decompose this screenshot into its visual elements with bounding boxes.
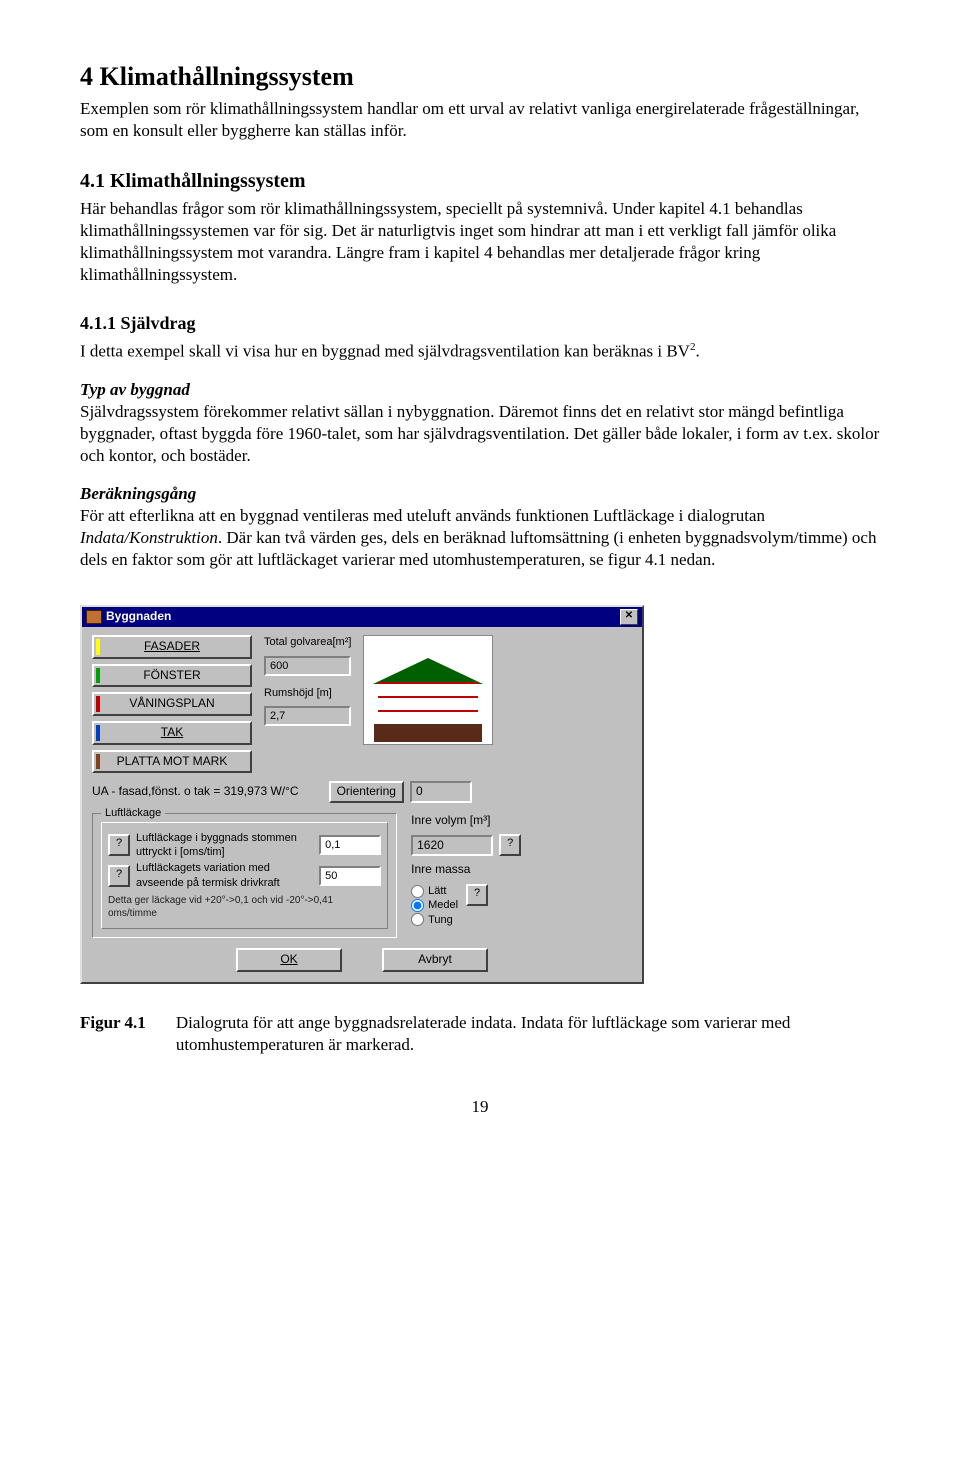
radio-latt[interactable]: Lätt <box>411 884 458 898</box>
radio-tung[interactable]: Tung <box>411 913 458 927</box>
label-rumshojd: Rumshöjd [m] <box>264 686 351 700</box>
close-icon[interactable]: ✕ <box>620 609 638 625</box>
platta-button[interactable]: PLATTA MOT MARK <box>92 750 252 774</box>
figure-text: Dialogruta för att ange byggnadsrelatera… <box>176 1012 880 1056</box>
para-sjalvdrag-intro: I detta exempel skall vi visa hur en byg… <box>80 340 880 363</box>
heading-chapter: 4 Klimathållningssystem <box>80 60 880 94</box>
dialog-title-text: Byggnaden <box>106 609 171 623</box>
para-section: Här behandlas frågor som rör klimathålln… <box>80 198 880 286</box>
subhead-typ: Typ av byggnad <box>80 379 880 401</box>
leak-note: Detta ger läckage vid +20°->0,1 och vid … <box>108 894 381 920</box>
orientering-button[interactable]: Orientering <box>329 781 404 803</box>
floor-line <box>378 710 478 724</box>
color-bar <box>96 754 100 770</box>
figure-caption: Figur 4.1 Dialogruta för att ange byggna… <box>80 1012 880 1056</box>
label-leak-oms: Luftläckage i byggnads stommen uttryckt … <box>136 831 313 860</box>
fasader-button[interactable]: FASADER <box>92 635 252 659</box>
house-diagram <box>363 635 493 745</box>
radio-label: Tung <box>428 913 453 927</box>
ok-button[interactable]: OK <box>236 948 342 972</box>
value-inre-volym: 1620 <box>411 835 493 857</box>
value-rumshojd: 2,7 <box>264 706 351 726</box>
help-button[interactable]: ? <box>108 834 130 856</box>
floor-line <box>378 682 478 696</box>
text: I detta exempel skall vi visa hur en byg… <box>80 341 690 360</box>
ua-value-text: UA - fasad,fönst. o tak = 319,973 W/°C <box>92 784 299 800</box>
tak-button[interactable]: TAK <box>92 721 252 745</box>
para-intro: Exemplen som rör klimathållningssystem h… <box>80 98 880 142</box>
fonster-button[interactable]: FÖNSTER <box>92 664 252 688</box>
text: För att efterlikna att en byggnad ventil… <box>80 506 765 525</box>
radio-label: Medel <box>428 898 458 912</box>
radio-label: Lätt <box>428 884 446 898</box>
input-leak-variation[interactable]: 50 <box>319 866 381 886</box>
value-orientering: 0 <box>410 781 472 803</box>
vaningsplan-button[interactable]: VÅNINGSPLAN <box>92 692 252 716</box>
text-italic: Indata/Konstruktion <box>80 528 218 547</box>
dialog-titlebar[interactable]: Byggnaden ✕ <box>82 607 642 627</box>
page-number: 19 <box>80 1096 880 1118</box>
label-inre-massa: Inre massa <box>411 862 632 878</box>
button-label: FASADER <box>144 639 200 653</box>
avbryt-button[interactable]: Avbryt <box>382 948 488 972</box>
app-icon <box>86 610 102 624</box>
input-leak-oms[interactable]: 0,1 <box>319 835 381 855</box>
button-label: VÅNINGSPLAN <box>129 696 214 710</box>
dialog-title: Byggnaden <box>86 609 171 625</box>
ground-slab <box>374 724 482 742</box>
color-bar <box>96 639 100 655</box>
group-legend-luftlackage: Luftläckage <box>101 806 165 820</box>
para-typ: Självdragssystem förekommer relativt säl… <box>80 401 880 467</box>
dialog-byggnaden: Byggnaden ✕ FASADER FÖNSTER VÅNINGSPLAN … <box>80 605 644 983</box>
floor-line <box>378 696 478 710</box>
button-label: TAK <box>161 725 183 739</box>
color-bar <box>96 668 100 684</box>
help-button[interactable]: ? <box>499 834 521 856</box>
label-leak-variation: Luftläckagets variation med avseende på … <box>136 861 313 890</box>
help-button[interactable]: ? <box>108 865 130 887</box>
color-bar <box>96 696 100 712</box>
color-bar <box>96 725 100 741</box>
button-label: PLATTA MOT MARK <box>117 754 228 768</box>
heading-subsection: 4.1.1 Självdrag <box>80 312 880 335</box>
value-total-golvarea: 600 <box>264 656 351 676</box>
label-inre-volym: Inre volym [m³] <box>411 813 490 829</box>
heading-section: 4.1 Klimathållningssystem <box>80 168 880 194</box>
subhead-berakning: Beräkningsgång <box>80 483 880 505</box>
para-berakning: För att efterlikna att en byggnad ventil… <box>80 505 880 571</box>
text: . <box>695 341 699 360</box>
label-total-golvarea: Total golvarea[m²] <box>264 635 351 649</box>
dialog-screenshot: Byggnaden ✕ FASADER FÖNSTER VÅNINGSPLAN … <box>80 605 644 983</box>
radio-medel[interactable]: Medel <box>411 898 458 912</box>
button-label: FÖNSTER <box>143 668 200 682</box>
help-button[interactable]: ? <box>466 884 488 906</box>
button-label: OK <box>280 952 297 966</box>
roof-icon <box>373 658 483 684</box>
figure-label: Figur 4.1 <box>80 1012 146 1056</box>
